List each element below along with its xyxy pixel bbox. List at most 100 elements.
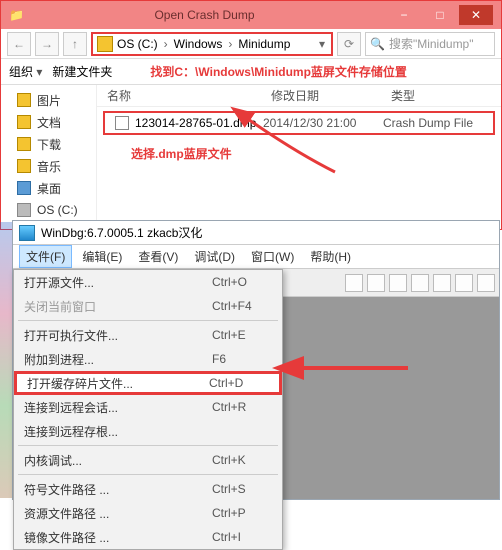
menu-item-label: 打开源文件... — [24, 274, 212, 291]
menu-item-accelerator: Ctrl+F4 — [212, 299, 272, 313]
file-date: 2014/12/30 21:00 — [263, 116, 383, 130]
drive-icon — [17, 203, 31, 217]
back-button[interactable]: ← — [7, 32, 31, 56]
annotation-path: 找到C：\Windows\Minidump蓝屏文件存储位置 — [150, 63, 407, 80]
up-button[interactable]: ↑ — [63, 32, 87, 56]
menu-edit[interactable]: 编辑(E) — [76, 246, 128, 267]
window-title: WinDbg:6.7.0005.1 zkacb汉化 — [41, 224, 202, 241]
search-placeholder: 搜索"Minidump" — [389, 35, 474, 52]
breadcrumb[interactable]: OS (C:) › Windows › Minidump ▾ — [91, 32, 333, 56]
toolbar-icon[interactable] — [477, 274, 495, 292]
col-name[interactable]: 名称 — [107, 87, 271, 104]
toolbar-icon[interactable] — [345, 274, 363, 292]
sidebar-item-label: 下载 — [37, 136, 61, 153]
close-button[interactable]: ✕ — [459, 5, 493, 25]
chevron-down-icon[interactable]: ▾ — [317, 37, 327, 51]
menu-item[interactable]: 打开缓存碎片文件...Ctrl+D — [14, 371, 282, 395]
file-list: 名称 修改日期 类型 123014-28765-01.dmp 2014/12/3… — [97, 85, 501, 229]
menu-item[interactable]: 连接到远程存根... — [14, 419, 282, 443]
titlebar: WinDbg:6.7.0005.1 zkacb汉化 — [13, 221, 499, 245]
file-row-dmp[interactable]: 123014-28765-01.dmp 2014/12/30 21:00 Cra… — [103, 111, 495, 135]
toolbar-icon[interactable] — [455, 274, 473, 292]
col-type[interactable]: 类型 — [391, 87, 491, 104]
menu-item[interactable]: 符号文件路径 ...Ctrl+S — [14, 477, 282, 501]
folder-icon — [17, 115, 31, 129]
menu-item-label: 镜像文件路径 ... — [24, 529, 212, 546]
menu-item[interactable]: 连接到远程会话...Ctrl+R — [14, 395, 282, 419]
menu-item-accelerator: Ctrl+E — [212, 328, 272, 342]
col-date[interactable]: 修改日期 — [271, 87, 391, 104]
toolbar-icon[interactable] — [411, 274, 429, 292]
search-input[interactable]: 🔍 搜索"Minidump" — [365, 32, 495, 56]
menu-item[interactable]: 镜像文件路径 ...Ctrl+I — [14, 525, 282, 549]
refresh-button[interactable]: ⟳ — [337, 32, 361, 56]
menu-item[interactable]: 资源文件路径 ...Ctrl+P — [14, 501, 282, 525]
menu-help[interactable]: 帮助(H) — [304, 246, 357, 267]
file-type: Crash Dump File — [383, 116, 483, 130]
sidebar-item-label: 图片 — [37, 92, 61, 109]
menu-item-label: 内核调试... — [24, 452, 212, 469]
menu-item-accelerator: Ctrl+D — [209, 376, 269, 390]
menu-item-accelerator: Ctrl+I — [212, 530, 272, 544]
breadcrumb-seg1[interactable]: Windows — [172, 37, 225, 51]
menu-item-label: 打开缓存碎片文件... — [27, 375, 209, 392]
toolbar-icon[interactable] — [367, 274, 385, 292]
organize-menu[interactable]: 组织 — [9, 63, 42, 80]
sidebar-item-music[interactable]: 音乐 — [7, 155, 90, 177]
sidebar-item-label: 桌面 — [37, 180, 61, 197]
breadcrumb-drive[interactable]: OS (C:) — [115, 37, 160, 51]
sidebar-item-osc[interactable]: OS (C:) — [7, 199, 90, 221]
menu-view[interactable]: 查看(V) — [132, 246, 184, 267]
annotation-select: 选择.dmp蓝屏文件 — [131, 145, 501, 162]
menu-bar: 文件(F) 编辑(E) 查看(V) 调试(D) 窗口(W) 帮助(H) — [13, 245, 499, 269]
sidebar-item-documents[interactable]: 文档 — [7, 111, 90, 133]
menu-item: 关闭当前窗口Ctrl+F4 — [14, 294, 282, 318]
column-headers[interactable]: 名称 修改日期 类型 — [97, 85, 501, 107]
menu-window[interactable]: 窗口(W) — [245, 246, 300, 267]
windbg-icon — [19, 225, 35, 241]
sidebar-item-pictures[interactable]: 图片 — [7, 89, 90, 111]
sidebar-item-label: 文档 — [37, 114, 61, 131]
sidebar-item-label: OS (C:) — [37, 203, 78, 217]
menu-item-label: 打开可执行文件... — [24, 327, 212, 344]
sidebar-item-desktop[interactable]: 桌面 — [7, 177, 90, 199]
new-folder-button[interactable]: 新建文件夹 — [52, 63, 112, 80]
windbg-window: WinDbg:6.7.0005.1 zkacb汉化 文件(F) 编辑(E) 查看… — [12, 220, 500, 500]
menu-separator — [18, 474, 278, 475]
drive-icon — [97, 36, 113, 52]
sidebar-item-downloads[interactable]: 下载 — [7, 133, 90, 155]
menu-item-accelerator: Ctrl+R — [212, 400, 272, 414]
address-bar: ← → ↑ OS (C:) › Windows › Minidump ▾ ⟳ 🔍… — [1, 29, 501, 59]
titlebar: 📁 Open Crash Dump − □ ✕ — [1, 1, 501, 29]
menu-item-label: 连接到远程存根... — [24, 423, 212, 440]
breadcrumb-seg2[interactable]: Minidump — [236, 37, 292, 51]
chevron-right-icon: › — [226, 37, 234, 51]
menu-item[interactable]: 打开源文件...Ctrl+O — [14, 270, 282, 294]
file-name: 123014-28765-01.dmp — [135, 116, 263, 130]
forward-button[interactable]: → — [35, 32, 59, 56]
folder-icon — [17, 93, 31, 107]
toolbar-icon[interactable] — [433, 274, 451, 292]
desktop-icon — [17, 181, 31, 195]
window-title: Open Crash Dump — [24, 8, 385, 22]
menu-item-label: 关闭当前窗口 — [24, 298, 212, 315]
menu-item[interactable]: 附加到进程...F6 — [14, 347, 282, 371]
sidebar-item-label: 音乐 — [37, 158, 61, 175]
open-crash-dump-window: 📁 Open Crash Dump − □ ✕ ← → ↑ OS (C:) › … — [0, 0, 502, 230]
menu-debug[interactable]: 调试(D) — [188, 246, 241, 267]
menu-separator — [18, 445, 278, 446]
menu-item[interactable]: 打开可执行文件...Ctrl+E — [14, 323, 282, 347]
minimize-button[interactable]: − — [387, 5, 421, 25]
menu-item-accelerator: Ctrl+O — [212, 275, 272, 289]
menu-item-label: 符号文件路径 ... — [24, 481, 212, 498]
search-icon: 🔍 — [370, 37, 385, 51]
menu-item-accelerator: F6 — [212, 352, 272, 366]
maximize-button[interactable]: □ — [423, 5, 457, 25]
file-icon — [115, 116, 129, 130]
menu-file[interactable]: 文件(F) — [19, 245, 72, 268]
menu-item-label: 附加到进程... — [24, 351, 212, 368]
toolbar-icon[interactable] — [389, 274, 407, 292]
menu-item[interactable]: 内核调试...Ctrl+K — [14, 448, 282, 472]
menu-item-label: 资源文件路径 ... — [24, 505, 212, 522]
menu-item-accelerator: Ctrl+K — [212, 453, 272, 467]
